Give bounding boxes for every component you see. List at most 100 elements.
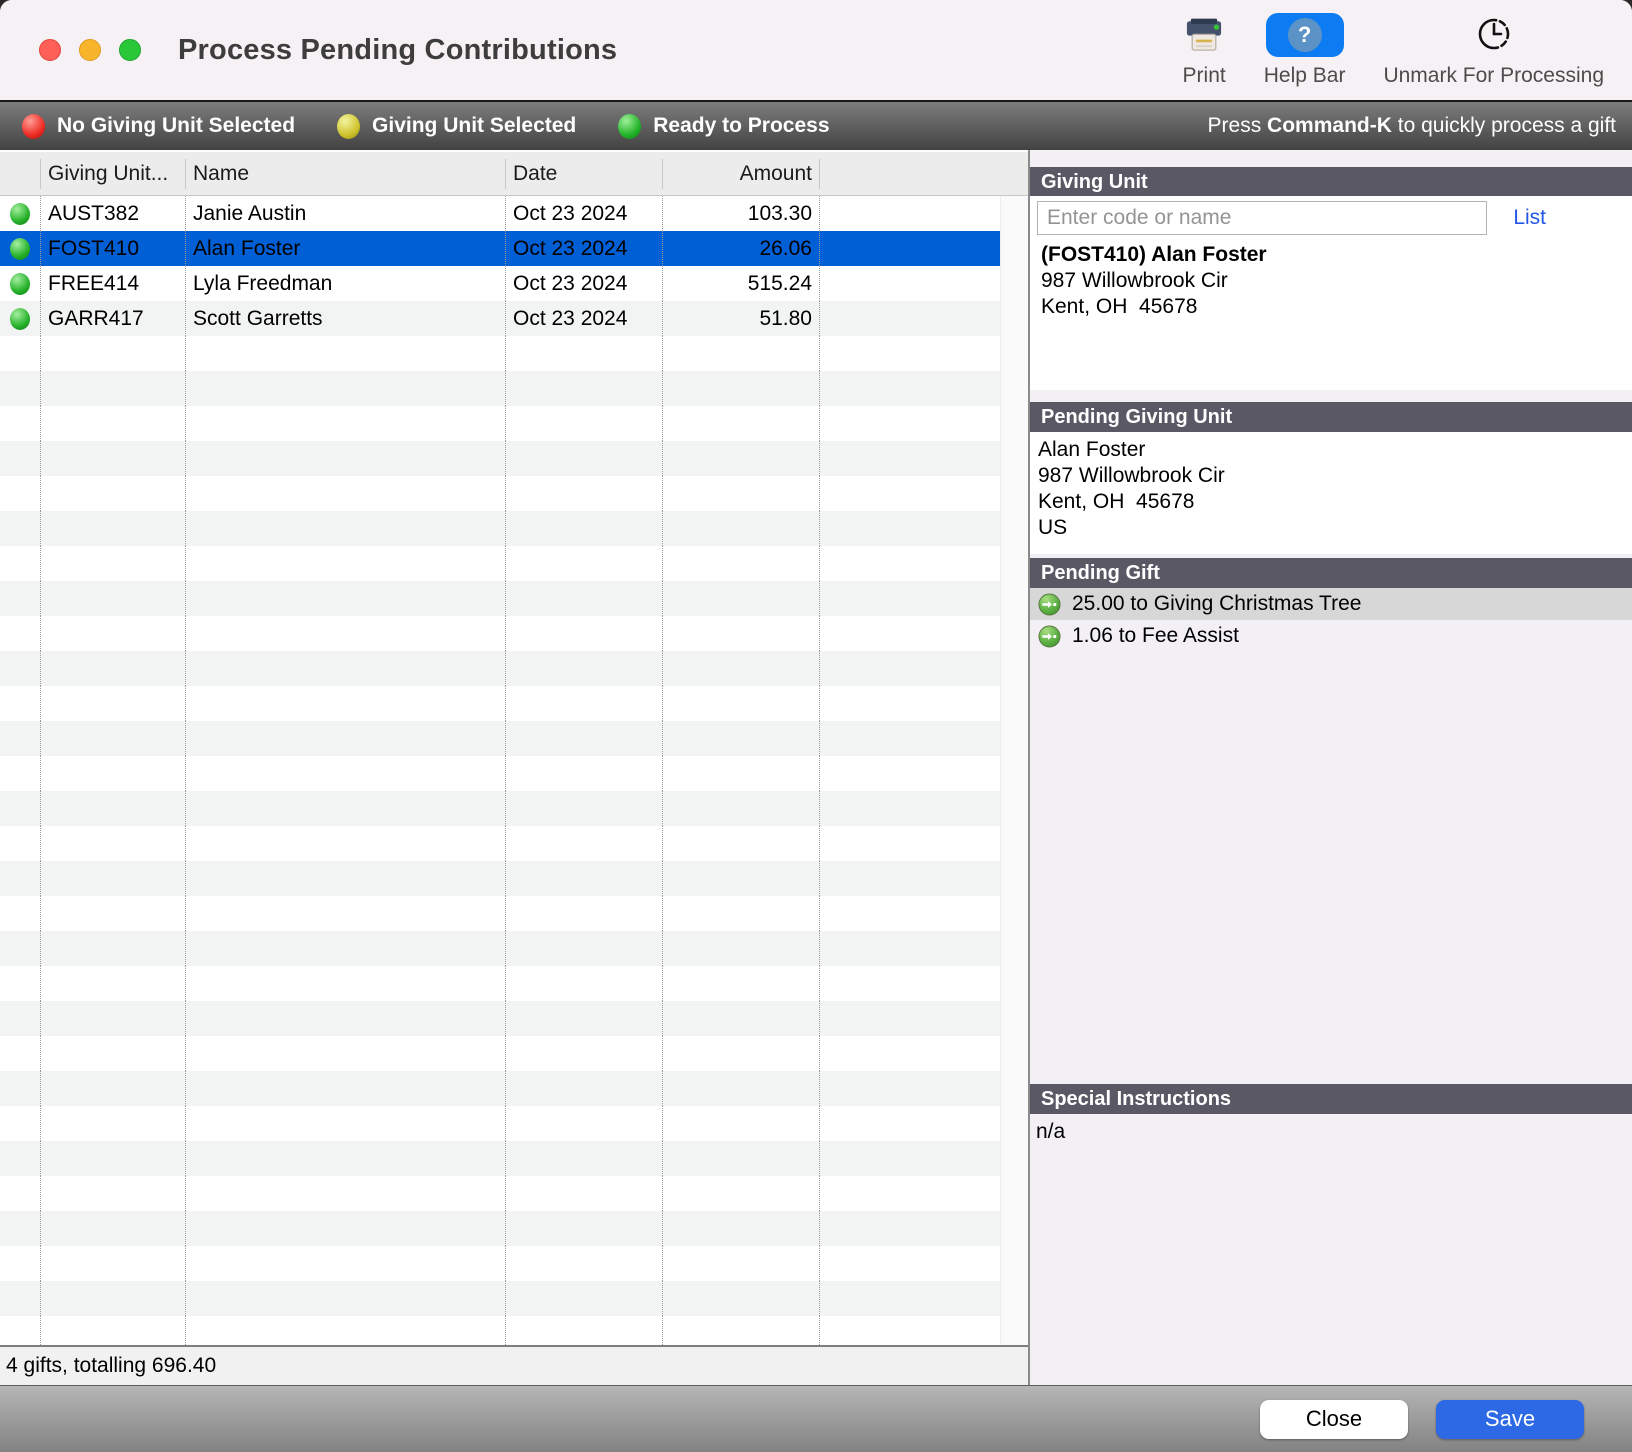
row-giving-unit-code: FREE414 <box>40 266 185 301</box>
minimize-window-icon[interactable] <box>79 39 101 61</box>
row-name <box>185 826 505 861</box>
legend-label: No Giving Unit Selected <box>57 114 295 138</box>
row-giving-unit-code <box>40 756 185 791</box>
row-giving-unit-code <box>40 826 185 861</box>
row-extra <box>819 686 1000 721</box>
row-date: Oct 23 2024 <box>505 231 662 266</box>
close-button[interactable]: Close <box>1260 1400 1408 1439</box>
row-extra <box>819 511 1000 546</box>
table-row[interactable]: AUST382 Janie Austin Oct 23 2024 103.30 <box>0 196 1000 231</box>
column-header-date[interactable]: Date <box>505 159 662 189</box>
unmark-for-processing-button[interactable]: Unmark For Processing <box>1383 12 1604 88</box>
row-giving-unit-code <box>40 441 185 476</box>
row-date <box>505 931 662 966</box>
printer-icon <box>1183 12 1225 58</box>
row-extra <box>819 896 1000 931</box>
row-name <box>185 931 505 966</box>
row-extra <box>819 1001 1000 1036</box>
help-bar-button[interactable]: ? Help Bar <box>1264 12 1346 88</box>
list-link[interactable]: List <box>1513 206 1546 230</box>
row-amount <box>662 1071 819 1106</box>
row-date: Oct 23 2024 <box>505 301 662 336</box>
row-extra <box>819 1176 1000 1211</box>
row-name <box>185 861 505 896</box>
row-extra <box>819 231 1000 266</box>
row-date <box>505 1316 662 1345</box>
row-extra <box>819 616 1000 651</box>
row-date <box>505 1001 662 1036</box>
row-amount <box>662 686 819 721</box>
row-amount <box>662 966 819 1001</box>
special-instructions-value: n/a <box>1030 1114 1632 1144</box>
row-name <box>185 1316 505 1345</box>
row-giving-unit-code <box>40 476 185 511</box>
print-button[interactable]: Print <box>1183 12 1226 88</box>
empty-table-row <box>0 686 1000 721</box>
row-amount <box>662 1316 819 1345</box>
row-amount <box>662 546 819 581</box>
row-amount: 515.24 <box>662 266 819 301</box>
command-k-hint: Press Command-K to quickly process a gif… <box>1208 114 1616 138</box>
pending-address-line: US <box>1038 515 1632 541</box>
column-header-giving-unit[interactable]: Giving Unit... <box>40 159 185 189</box>
row-extra <box>819 1141 1000 1176</box>
row-extra <box>819 1036 1000 1071</box>
legend-bar: No Giving Unit Selected Giving Unit Sele… <box>0 100 1632 150</box>
pending-gift-list: 25.00 to Giving Christmas Tree 1.06 to F… <box>1030 588 1632 652</box>
red-status-icon <box>22 114 45 139</box>
table-row[interactable]: FREE414 Lyla Freedman Oct 23 2024 515.24 <box>0 266 1000 301</box>
zoom-window-icon[interactable] <box>119 39 141 61</box>
row-amount <box>662 616 819 651</box>
row-date <box>505 546 662 581</box>
row-amount <box>662 336 819 371</box>
row-extra <box>819 966 1000 1001</box>
row-date <box>505 686 662 721</box>
row-date <box>505 1106 662 1141</box>
empty-table-row <box>0 651 1000 686</box>
row-extra <box>819 1246 1000 1281</box>
pending-gift-item[interactable]: 25.00 to Giving Christmas Tree <box>1030 588 1632 620</box>
row-date <box>505 1246 662 1281</box>
row-date <box>505 441 662 476</box>
row-giving-unit-code <box>40 861 185 896</box>
empty-table-row <box>0 581 1000 616</box>
giving-unit-name: (FOST410) Alan Foster <box>1041 242 1632 268</box>
row-extra <box>819 756 1000 791</box>
column-header-amount[interactable]: Amount <box>662 159 819 189</box>
row-amount <box>662 756 819 791</box>
row-giving-unit-code <box>40 686 185 721</box>
row-date <box>505 1141 662 1176</box>
column-header-extra <box>819 159 1028 189</box>
column-header-status[interactable] <box>0 159 40 189</box>
special-instructions-section-header: Special Instructions <box>1030 1084 1632 1114</box>
pending-address-line: Alan Foster <box>1038 437 1632 463</box>
row-name: Janie Austin <box>185 196 505 231</box>
table-row[interactable]: FOST410 Alan Foster Oct 23 2024 26.06 <box>0 231 1000 266</box>
row-name: Alan Foster <box>185 231 505 266</box>
column-header-name[interactable]: Name <box>185 159 505 189</box>
empty-table-row <box>0 966 1000 1001</box>
row-name <box>185 581 505 616</box>
empty-table-row <box>0 406 1000 441</box>
table-scrollbar-gutter[interactable] <box>1000 196 1028 1345</box>
giving-unit-search-input[interactable] <box>1037 201 1487 235</box>
row-name <box>185 1071 505 1106</box>
close-window-icon[interactable] <box>39 39 61 61</box>
empty-table-row <box>0 511 1000 546</box>
row-name <box>185 441 505 476</box>
clock-icon <box>1474 12 1514 58</box>
pending-giving-unit-section-header: Pending Giving Unit <box>1030 402 1632 432</box>
row-extra <box>819 546 1000 581</box>
pending-gift-item[interactable]: 1.06 to Fee Assist <box>1030 620 1632 652</box>
unmark-label: Unmark For Processing <box>1383 64 1604 88</box>
save-button[interactable]: Save <box>1436 1400 1584 1439</box>
table-row[interactable]: GARR417 Scott Garretts Oct 23 2024 51.80 <box>0 301 1000 336</box>
row-name <box>185 651 505 686</box>
row-date <box>505 406 662 441</box>
row-date <box>505 651 662 686</box>
empty-table-row <box>0 371 1000 406</box>
row-giving-unit-code <box>40 1316 185 1345</box>
row-date <box>505 336 662 371</box>
row-extra <box>819 861 1000 896</box>
green-arrow-dot-icon <box>1038 625 1061 648</box>
